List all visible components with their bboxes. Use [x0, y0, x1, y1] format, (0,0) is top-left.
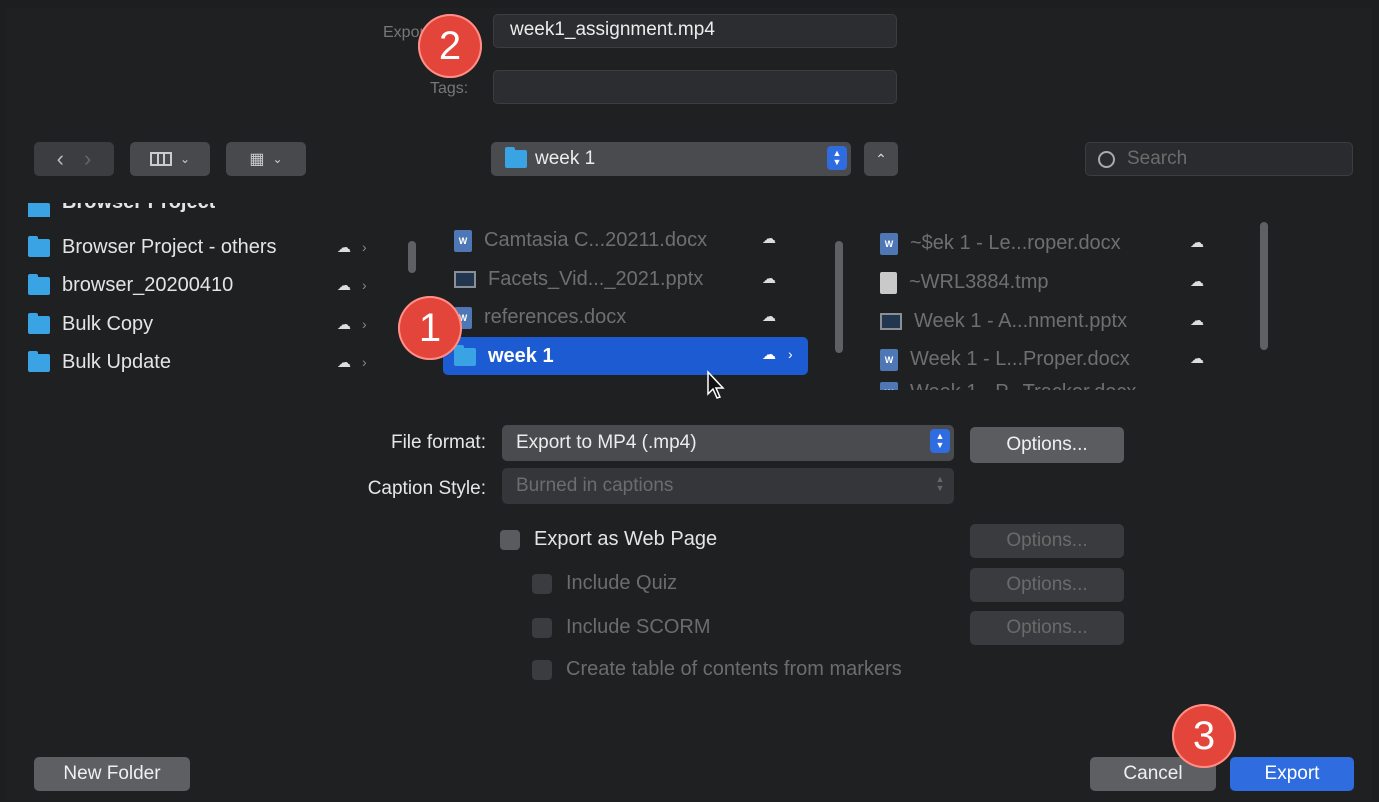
up-down-icon: ▲ ▼ [827, 146, 847, 170]
file-format-label: File format: [390, 432, 486, 453]
chevron-down-icon: ⌄ [272, 152, 283, 166]
checkbox-box [532, 659, 552, 680]
cloud-icon: ☁ [337, 239, 351, 255]
location-popup[interactable]: week 1 ▲ ▼ [491, 142, 851, 176]
export-button[interactable]: Export [1230, 757, 1354, 791]
list-item[interactable]: Browser Project - others [28, 235, 277, 259]
file-format-popup[interactable]: Export to MP4 (.mp4) ▲ ▼ [502, 425, 954, 461]
cloud-icon: ☁ [337, 316, 351, 332]
cloud-icon: ☁ [762, 270, 776, 286]
middle-scrollbar[interactable] [835, 241, 843, 353]
chevron-left-icon[interactable]: ‹ [57, 146, 76, 172]
mouse-cursor-icon [707, 370, 725, 399]
folder-icon [28, 273, 50, 295]
list-item[interactable]: Bulk Copy [28, 312, 153, 336]
list-item[interactable]: Bulk Update [28, 350, 171, 374]
up-down-icon: ▲ ▼ [935, 474, 945, 493]
folder-icon [454, 344, 476, 366]
cloud-icon: ☁ [762, 346, 776, 362]
checkbox-box [532, 573, 552, 594]
checkbox-box [532, 617, 552, 638]
chevron-right-icon: › [362, 316, 367, 332]
chevron-right-icon: › [788, 346, 793, 362]
search-field[interactable]: Search [1085, 142, 1353, 176]
new-folder-button[interactable]: New Folder [34, 757, 190, 791]
cloud-icon: ☁ [762, 230, 776, 246]
chevron-right-icon: › [362, 277, 367, 293]
folder-icon [28, 312, 50, 334]
location-label: week 1 [535, 148, 596, 169]
folder-icon [505, 147, 527, 168]
chevron-down-icon: ⌄ [179, 152, 191, 166]
tags-label: Tags: [430, 80, 469, 97]
file-format-value: Export to MP4 (.mp4) [516, 432, 697, 453]
list-item[interactable]: browser_20200410 [28, 273, 233, 297]
list-item-selected[interactable]: week 1 [454, 344, 554, 368]
back-forward-group: ‹ › [34, 142, 114, 176]
checkbox-box [500, 529, 520, 550]
group-button[interactable]: ▦ ⌄ [226, 142, 306, 176]
caption-style-value: Burned in captions [516, 475, 674, 496]
search-placeholder: Search [1127, 148, 1188, 169]
caption-style-popup[interactable]: Burned in captions ▲ ▼ [502, 468, 954, 504]
word-doc-icon: W [454, 229, 472, 252]
include-scorm-checkbox[interactable]: Include SCORM [532, 616, 711, 639]
grid-group-icon: ▦ [249, 151, 265, 168]
folder-icon [28, 350, 50, 372]
annotation-badge-2: 2 [418, 14, 482, 78]
filename-field[interactable]: week1_assignment.mp4 [493, 14, 897, 48]
chevron-up-icon: ⌃ [875, 150, 887, 167]
quiz-options-button[interactable]: Options... [970, 568, 1124, 602]
list-item[interactable]: Wreferences.docx [454, 306, 626, 329]
export-dialog [6, 8, 1372, 800]
cloud-icon: ☁ [337, 277, 351, 293]
cloud-icon: ☁ [337, 354, 351, 370]
tags-field[interactable] [493, 70, 897, 104]
scorm-options-button[interactable]: Options... [970, 611, 1124, 645]
chevron-right-icon[interactable]: › [84, 146, 91, 172]
annotation-badge-3: 3 [1172, 704, 1236, 768]
up-down-icon: ▲ ▼ [930, 429, 950, 453]
caption-style-label: Caption Style: [367, 478, 486, 499]
view-mode-button[interactable]: ⌄ [130, 142, 210, 176]
search-icon [1098, 150, 1115, 168]
list-item[interactable]: Facets_Vid..._2021.pptx [454, 268, 703, 291]
columns-view-icon [149, 152, 172, 166]
pptx-icon [454, 271, 476, 288]
web-options-button[interactable]: Options... [970, 524, 1124, 558]
include-quiz-checkbox[interactable]: Include Quiz [532, 572, 677, 595]
annotation-badge-1: 1 [398, 296, 462, 360]
chevron-right-icon: › [362, 239, 367, 255]
left-scrollbar[interactable] [408, 241, 416, 273]
folder-icon [28, 203, 50, 217]
list-item[interactable]: W Camtasia C...20211.docx [454, 229, 707, 252]
format-options-button[interactable]: Options... [970, 427, 1124, 463]
export-web-page-checkbox[interactable]: Export as Web Page [500, 528, 717, 551]
folder-icon [28, 235, 50, 257]
list-item[interactable]: Browser Project [28, 203, 215, 217]
chevron-right-icon: › [362, 354, 367, 370]
expand-collapse-button[interactable]: ⌃ [864, 142, 898, 176]
cloud-icon: ☁ [762, 308, 776, 324]
toc-checkbox[interactable]: Create table of contents from markers [532, 658, 902, 681]
